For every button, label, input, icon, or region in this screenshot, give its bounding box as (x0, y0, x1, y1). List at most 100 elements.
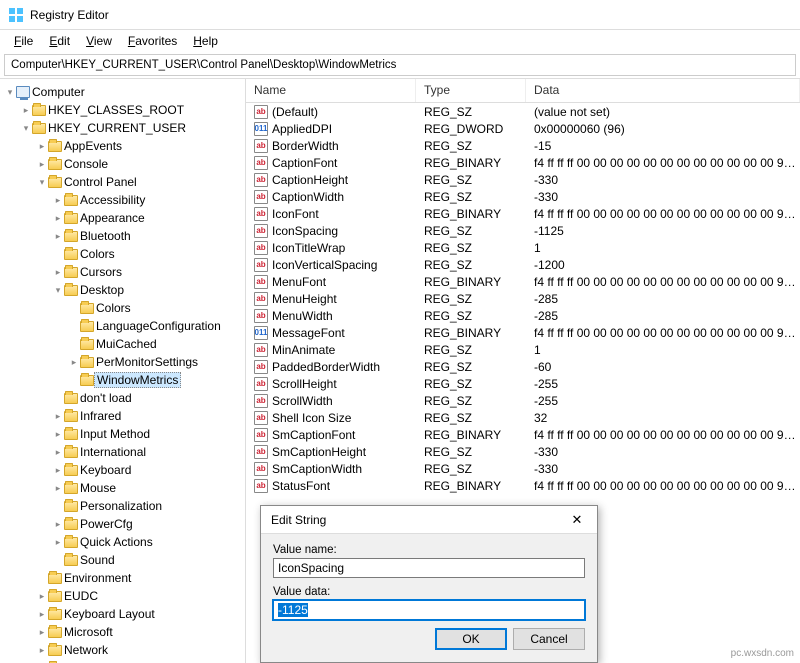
column-data[interactable]: Data (526, 79, 800, 102)
value-row[interactable]: 011MessageFontREG_BINARYf4 ff ff ff 00 0… (246, 324, 800, 341)
value-row[interactable]: abSmCaptionWidthREG_SZ-330 (246, 460, 800, 477)
value-data: f4 ff ff ff 00 00 00 00 00 00 00 00 00 0… (534, 275, 800, 289)
folder-icon (80, 375, 94, 386)
tree-langcfg[interactable]: LanguageConfiguration (64, 317, 245, 335)
value-type: REG_SZ (424, 105, 534, 119)
value-row[interactable]: abMenuHeightREG_SZ-285 (246, 290, 800, 307)
value-type: REG_BINARY (424, 156, 534, 170)
menu-help[interactable]: Help (187, 32, 224, 50)
reg-value-icon: ab (254, 258, 268, 272)
tree-microsoft[interactable]: ▸Microsoft (32, 623, 245, 641)
tree-environment[interactable]: Environment (32, 569, 245, 587)
value-row[interactable]: abIconVerticalSpacingREG_SZ-1200 (246, 256, 800, 273)
value-row[interactable]: abMenuFontREG_BINARYf4 ff ff ff 00 00 00… (246, 273, 800, 290)
value-row[interactable]: abCaptionWidthREG_SZ-330 (246, 188, 800, 205)
value-name: MinAnimate (272, 343, 335, 357)
value-row[interactable]: ab(Default)REG_SZ(value not set) (246, 103, 800, 120)
tree-printers[interactable]: ▸Printers (32, 659, 245, 663)
menu-favorites[interactable]: Favorites (122, 32, 183, 50)
value-row[interactable]: abStatusFontREG_BINARYf4 ff ff ff 00 00 … (246, 477, 800, 494)
tree-infrared[interactable]: ▸Infrared (48, 407, 245, 425)
address-bar[interactable]: Computer\HKEY_CURRENT_USER\Control Panel… (4, 54, 796, 76)
reg-value-icon: ab (254, 156, 268, 170)
folder-icon (64, 483, 78, 494)
column-name[interactable]: Name (246, 79, 416, 102)
value-data: 32 (534, 411, 800, 425)
tree-powercfg[interactable]: ▸PowerCfg (48, 515, 245, 533)
value-row[interactable]: abBorderWidthREG_SZ-15 (246, 137, 800, 154)
tree-quickactions[interactable]: ▸Quick Actions (48, 533, 245, 551)
value-row[interactable]: abPaddedBorderWidthREG_SZ-60 (246, 358, 800, 375)
tree-network[interactable]: ▸Network (32, 641, 245, 659)
value-name-input[interactable]: IconSpacing (273, 558, 585, 578)
tree-accessibility[interactable]: ▸Accessibility (48, 191, 245, 209)
tree-dontload[interactable]: don't load (48, 389, 245, 407)
menu-file[interactable]: File (8, 32, 39, 50)
value-name: SmCaptionFont (272, 428, 355, 442)
tree-bluetooth[interactable]: ▸Bluetooth (48, 227, 245, 245)
tree-keyboard[interactable]: ▸Keyboard (48, 461, 245, 479)
tree-desktop-colors[interactable]: Colors (64, 299, 245, 317)
folder-icon (48, 591, 62, 602)
tree-eudc[interactable]: ▸EUDC (32, 587, 245, 605)
folder-icon (32, 105, 46, 116)
dialog-titlebar[interactable]: Edit String ✕ (261, 506, 597, 534)
value-data: -255 (534, 394, 800, 408)
value-type: REG_BINARY (424, 479, 534, 493)
close-icon[interactable]: ✕ (561, 509, 593, 531)
ok-button[interactable]: OK (435, 628, 507, 650)
folder-icon (80, 321, 94, 332)
tree-desktop[interactable]: ▾Desktop (48, 281, 245, 299)
reg-value-icon: ab (254, 105, 268, 119)
tree-windowmetrics[interactable]: WindowMetrics (64, 371, 245, 389)
value-type: REG_BINARY (424, 428, 534, 442)
tree-permonitor[interactable]: ▸PerMonitorSettings (64, 353, 245, 371)
value-row[interactable]: abCaptionFontREG_BINARYf4 ff ff ff 00 00… (246, 154, 800, 171)
value-row[interactable]: abIconTitleWrapREG_SZ1 (246, 239, 800, 256)
tree-kbdlayout[interactable]: ▸Keyboard Layout (32, 605, 245, 623)
menu-edit[interactable]: Edit (43, 32, 76, 50)
tree-appevents[interactable]: ▸AppEvents (32, 137, 245, 155)
value-row[interactable]: abIconSpacingREG_SZ-1125 (246, 222, 800, 239)
value-name: BorderWidth (272, 139, 339, 153)
folder-icon (80, 357, 94, 368)
tree-appearance[interactable]: ▸Appearance (48, 209, 245, 227)
tree-sound[interactable]: Sound (48, 551, 245, 569)
value-data: -255 (534, 377, 800, 391)
folder-icon (64, 267, 78, 278)
value-row[interactable]: abSmCaptionFontREG_BINARYf4 ff ff ff 00 … (246, 426, 800, 443)
tree-hkcr[interactable]: ▸HKEY_CLASSES_ROOT (16, 101, 245, 119)
value-row[interactable]: abSmCaptionHeightREG_SZ-330 (246, 443, 800, 460)
value-row[interactable]: abShell Icon SizeREG_SZ32 (246, 409, 800, 426)
value-row[interactable]: abScrollWidthREG_SZ-255 (246, 392, 800, 409)
tree-controlpanel[interactable]: ▾Control Panel (32, 173, 245, 191)
value-row[interactable]: abMinAnimateREG_SZ1 (246, 341, 800, 358)
tree-international[interactable]: ▸International (48, 443, 245, 461)
reg-value-icon: ab (254, 173, 268, 187)
value-row[interactable]: abMenuWidthREG_SZ-285 (246, 307, 800, 324)
tree-computer[interactable]: ▾Computer (0, 83, 245, 101)
tree-inputmethod[interactable]: ▸Input Method (48, 425, 245, 443)
value-row[interactable]: 011AppliedDPIREG_DWORD0x00000060 (96) (246, 120, 800, 137)
menu-view[interactable]: View (80, 32, 118, 50)
column-type[interactable]: Type (416, 79, 526, 102)
value-type: REG_SZ (424, 411, 534, 425)
value-row[interactable]: abIconFontREG_BINARYf4 ff ff ff 00 00 00… (246, 205, 800, 222)
value-name: ScrollHeight (272, 377, 337, 391)
value-name: AppliedDPI (272, 122, 332, 136)
tree-console[interactable]: ▸Console (32, 155, 245, 173)
tree-muicached[interactable]: MuiCached (64, 335, 245, 353)
value-name: CaptionHeight (272, 173, 348, 187)
value-type: REG_SZ (424, 462, 534, 476)
tree-mouse[interactable]: ▸Mouse (48, 479, 245, 497)
tree-colors[interactable]: Colors (48, 245, 245, 263)
value-data-input[interactable]: -1125 (273, 600, 585, 620)
value-row[interactable]: abCaptionHeightREG_SZ-330 (246, 171, 800, 188)
tree-pane[interactable]: ▾Computer ▸HKEY_CLASSES_ROOT ▾HKEY_CURRE… (0, 79, 246, 663)
tree-cursors[interactable]: ▸Cursors (48, 263, 245, 281)
value-type: REG_DWORD (424, 122, 534, 136)
tree-hkcu[interactable]: ▾HKEY_CURRENT_USER (16, 119, 245, 137)
value-row[interactable]: abScrollHeightREG_SZ-255 (246, 375, 800, 392)
tree-personalization[interactable]: Personalization (48, 497, 245, 515)
cancel-button[interactable]: Cancel (513, 628, 585, 650)
